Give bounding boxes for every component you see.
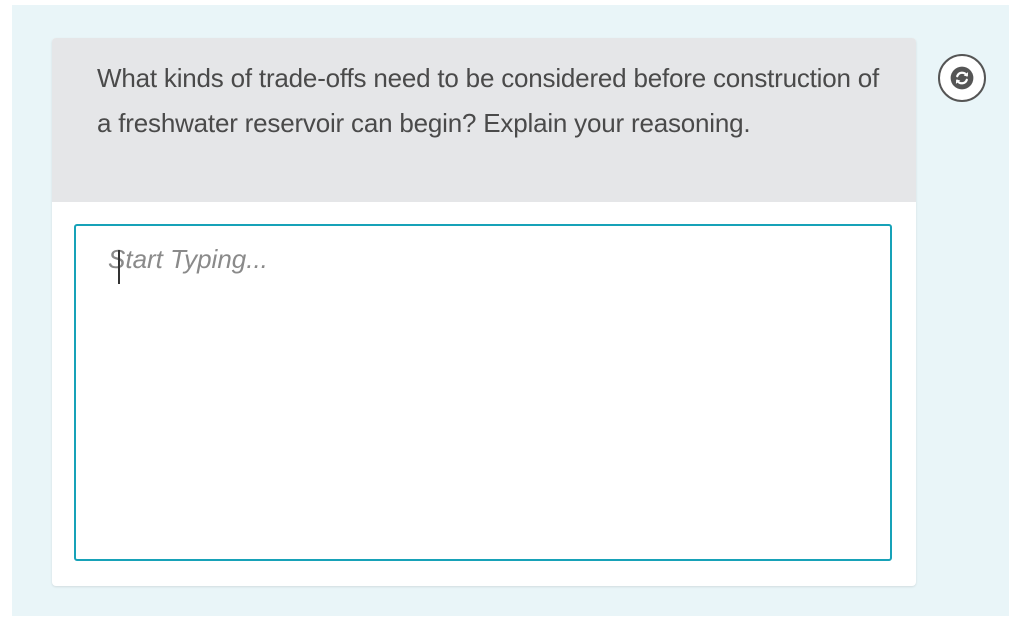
refresh-icon (950, 66, 974, 90)
question-text: What kinds of trade-offs need to be cons… (97, 63, 880, 138)
question-prompt: What kinds of trade-offs need to be cons… (52, 38, 916, 202)
answer-input[interactable] (74, 224, 892, 561)
text-cursor (118, 250, 120, 284)
refresh-button[interactable] (938, 54, 986, 102)
question-card: What kinds of trade-offs need to be cons… (52, 38, 916, 586)
